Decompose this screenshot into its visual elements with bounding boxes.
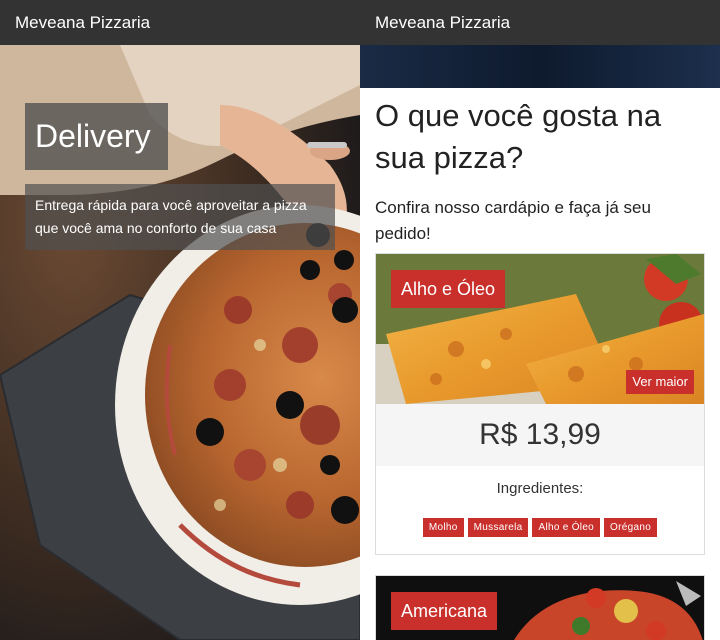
header-banner-image [360, 45, 720, 88]
delivery-screen: Meveana Pizzaria Delivery Entrega rápida… [0, 0, 360, 640]
ingredient-tags: Molho Mussarela Alho e Óleo Orégano [376, 518, 704, 537]
ingredient-tag: Orégano [604, 518, 658, 537]
app-title: Meveana Pizzaria [0, 0, 360, 45]
page-heading: O que você gosta na sua pizza? [375, 98, 662, 175]
product-name-badge: Alho e Óleo [391, 270, 506, 308]
menu-screen: Meveana Pizzaria O que você gosta na sua… [360, 0, 720, 640]
product-price: R$ 13,99 [376, 404, 704, 466]
product-card: Alho e Óleo Ver maior R$ 13,99 Ingredien… [375, 253, 705, 555]
product-name-badge: Americana [391, 592, 498, 630]
delivery-title: Delivery [25, 103, 168, 170]
ingredient-tag: Molho [422, 518, 464, 537]
ingredient-tag: Alho e Óleo [532, 518, 601, 537]
view-larger-button[interactable]: Ver maior [626, 370, 694, 394]
delivery-description: Entrega rápida para você aproveitar a pi… [25, 184, 335, 250]
page-subheading: Confira nosso cardápio e faça já seu ped… [375, 198, 651, 243]
ingredient-tag: Mussarela [467, 518, 529, 537]
ingredients-label: Ingredientes: [496, 480, 584, 497]
product-card: Americana [375, 575, 705, 640]
app-title: Meveana Pizzaria [360, 0, 720, 45]
